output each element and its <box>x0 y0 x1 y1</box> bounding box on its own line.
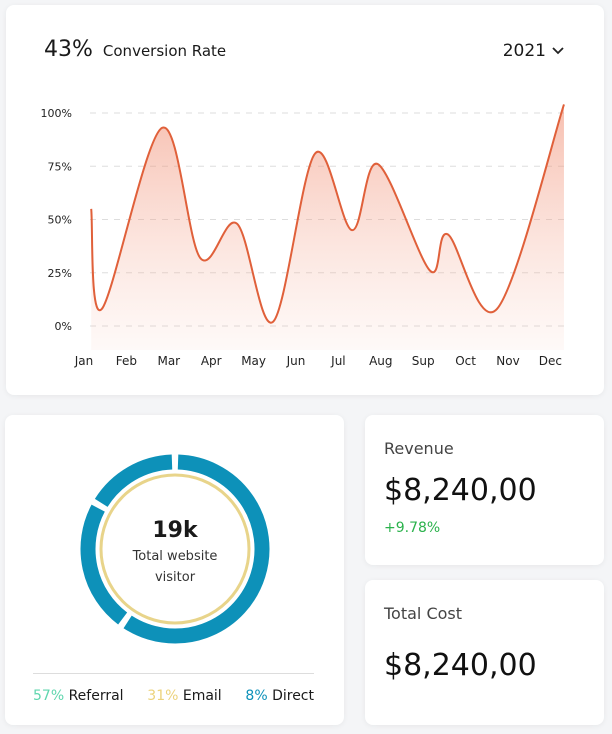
revenue-value: $8,240,00 <box>384 473 537 508</box>
conversion-chart: 100% 75% 50% 25% 0% Jan Feb Mar Apr May Jun Jul Aug S… <box>41 104 566 368</box>
x-tick-label: Dec <box>539 354 562 368</box>
visitor-caption-2: visitor <box>154 570 196 585</box>
y-tick-label: 50% <box>48 214 72 227</box>
cost-title: Total Cost <box>384 604 463 623</box>
legend-label: Email <box>182 688 222 704</box>
x-tick-label: Mar <box>157 354 180 368</box>
legend-referral: 57% Referral <box>33 688 124 704</box>
divider <box>33 673 314 674</box>
x-tick-label: Feb <box>116 354 137 368</box>
visitor-total: 19k <box>152 518 198 543</box>
donut-center: 19k Total website visitor <box>75 518 275 585</box>
legend-label: Direct <box>272 688 314 704</box>
donut-segment <box>94 454 173 508</box>
legend-email: 31% Email <box>147 688 221 704</box>
legend-pct: 8% <box>245 688 268 704</box>
legend-pct: 57% <box>33 688 65 704</box>
x-tick-label: Apr <box>201 354 222 368</box>
legend-direct: 8% Direct <box>245 688 314 704</box>
cost-value: $8,240,00 <box>384 648 537 683</box>
x-tick-label: Aug <box>369 354 392 368</box>
x-tick-label: May <box>241 354 266 368</box>
x-tick-label: Jul <box>330 354 345 368</box>
legend-pct: 31% <box>147 688 179 704</box>
x-tick-label: Sup <box>412 354 435 368</box>
y-tick-label: 25% <box>48 267 72 280</box>
x-tick-label: Oct <box>455 354 476 368</box>
x-tick-label: Jan <box>74 354 94 368</box>
legend-label: Referral <box>68 688 124 704</box>
revenue-title: Revenue <box>384 439 454 458</box>
y-tick-label: 0% <box>55 320 72 333</box>
revenue-card: Revenue $8,240,00 +9.78% <box>365 415 604 565</box>
x-tick-label: Jun <box>286 354 306 368</box>
y-tick-label: 100% <box>41 107 72 120</box>
series-area <box>91 104 564 350</box>
y-tick-label: 75% <box>48 160 72 173</box>
visitors-card: 19k Total website visitor 57% Referral 3… <box>5 415 344 725</box>
x-tick-label: Nov <box>496 354 519 368</box>
visitor-caption-1: Total website <box>132 549 218 564</box>
cost-card: Total Cost $8,240,00 <box>365 580 604 725</box>
revenue-delta: +9.78% <box>384 520 441 536</box>
conversion-card: 43% Conversion Rate 2021 100% 75% 50% 25% 0%… <box>6 5 604 395</box>
donut-legend: 57% Referral 31% Email 8% Direct <box>33 688 314 704</box>
